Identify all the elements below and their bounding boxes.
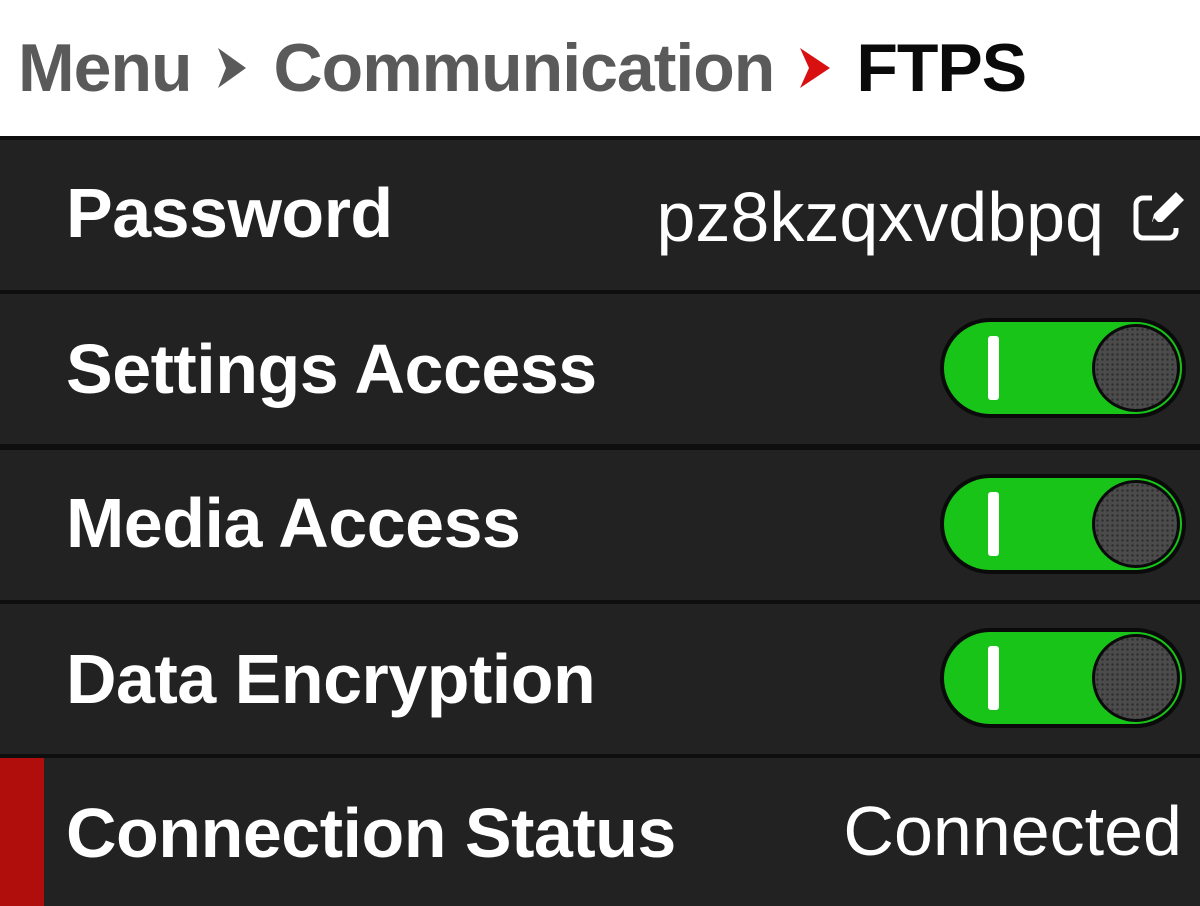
data-encryption-row[interactable]: Data Encryption [0, 604, 1200, 754]
settings-access-label: Settings Access [66, 330, 597, 408]
breadcrumb: Menu Communication FTPS [0, 0, 1200, 136]
toggle-on-indicator [988, 646, 999, 710]
data-encryption-label: Data Encryption [66, 640, 596, 718]
breadcrumb-menu[interactable]: Menu [18, 34, 193, 102]
connection-status-value: Connected [843, 792, 1182, 870]
password-row[interactable]: Password pz8kzqxvdbpq [0, 140, 1200, 290]
data-encryption-toggle[interactable] [940, 628, 1186, 728]
selection-indicator [0, 758, 44, 906]
connection-status-label: Connection Status [66, 794, 676, 872]
toggle-on-indicator [988, 336, 999, 400]
edit-icon[interactable] [1132, 190, 1186, 244]
settings-access-toggle[interactable] [940, 318, 1186, 418]
password-label: Password [66, 174, 393, 252]
breadcrumb-communication[interactable]: Communication [274, 34, 776, 102]
toggle-knob [1092, 480, 1180, 568]
connection-status-row[interactable]: Connection Status Connected [0, 758, 1200, 906]
chevron-right-active-icon [796, 44, 832, 92]
toggle-knob [1092, 324, 1180, 412]
ftps-settings-screen: Menu Communication FTPS Password pz8kzqx… [0, 0, 1200, 906]
password-value: pz8kzqxvdbpq [656, 178, 1104, 256]
media-access-row[interactable]: Media Access [0, 450, 1200, 600]
settings-access-row[interactable]: Settings Access [0, 294, 1200, 444]
media-access-toggle[interactable] [940, 474, 1186, 574]
media-access-label: Media Access [66, 484, 521, 562]
breadcrumb-current: FTPS [856, 30, 1027, 106]
toggle-on-indicator [988, 492, 999, 556]
chevron-right-icon [214, 44, 250, 92]
toggle-knob [1092, 634, 1180, 722]
